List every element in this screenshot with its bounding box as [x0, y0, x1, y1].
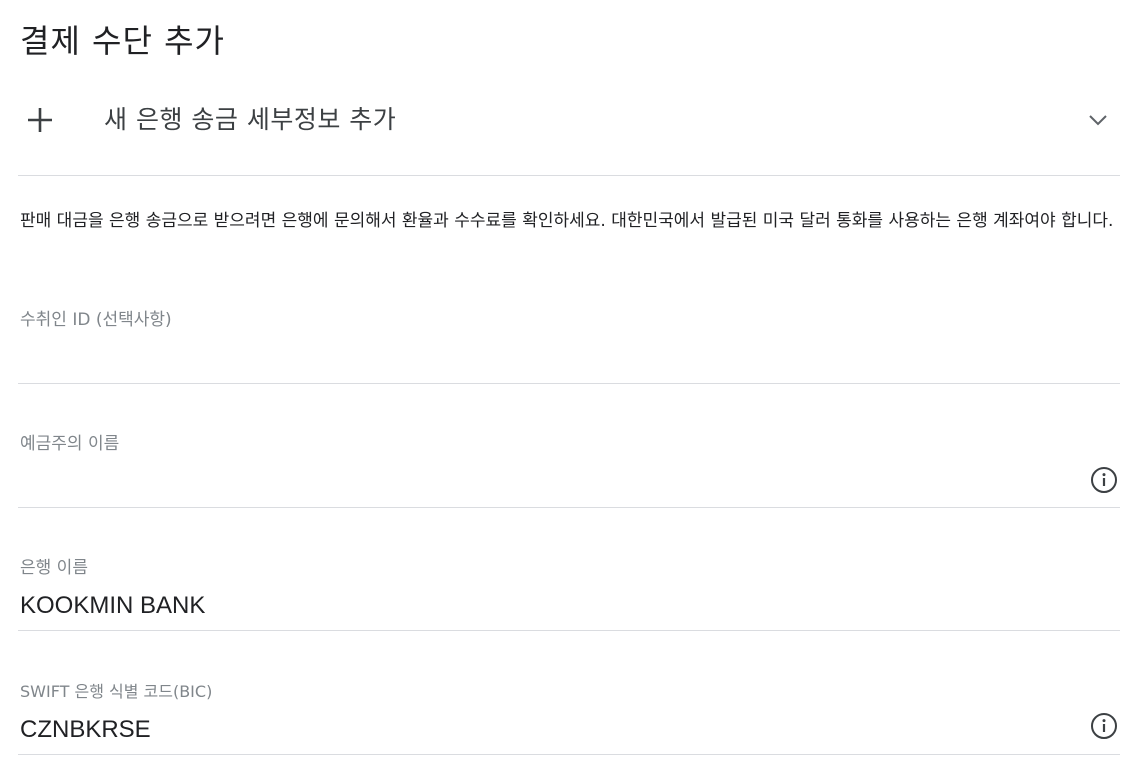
swift-code-label: SWIFT 은행 식별 코드(BIC) [20, 682, 213, 701]
bank-transfer-description: 판매 대금을 은행 송금으로 받으려면 은행에 문의해서 환율과 수수료를 확인… [20, 211, 1114, 231]
account-holder-input[interactable] [18, 468, 1082, 500]
accordion-divider [18, 175, 1120, 176]
payee-id-underline [18, 383, 1120, 384]
info-icon[interactable] [1090, 712, 1118, 740]
accordion-label: 새 은행 송금 세부정보 추가 [104, 105, 397, 134]
bank-name-input[interactable] [18, 590, 1082, 622]
bank-name-field[interactable]: 은행 이름 [18, 554, 1120, 632]
payee-id-input[interactable] [18, 346, 1082, 378]
account-holder-field[interactable]: 예금주의 이름 [18, 430, 1120, 508]
swift-code-field[interactable]: SWIFT 은행 식별 코드(BIC) [18, 678, 1120, 756]
page-title: 결제 수단 추가 [20, 22, 225, 60]
add-bank-transfer-accordion[interactable]: 새 은행 송금 세부정보 추가 [18, 92, 1120, 152]
swift-code-input[interactable] [18, 714, 1082, 746]
swift-code-underline [18, 754, 1120, 755]
bank-name-underline [18, 630, 1120, 631]
info-icon[interactable] [1090, 466, 1118, 494]
chevron-down-icon[interactable] [1086, 108, 1110, 132]
payee-id-label: 수취인 ID (선택사항) [20, 310, 172, 330]
account-holder-label: 예금주의 이름 [20, 434, 120, 454]
plus-icon [26, 106, 54, 134]
payee-id-field[interactable]: 수취인 ID (선택사항) [18, 306, 1120, 386]
account-holder-underline [18, 507, 1120, 508]
bank-name-label: 은행 이름 [20, 558, 88, 578]
